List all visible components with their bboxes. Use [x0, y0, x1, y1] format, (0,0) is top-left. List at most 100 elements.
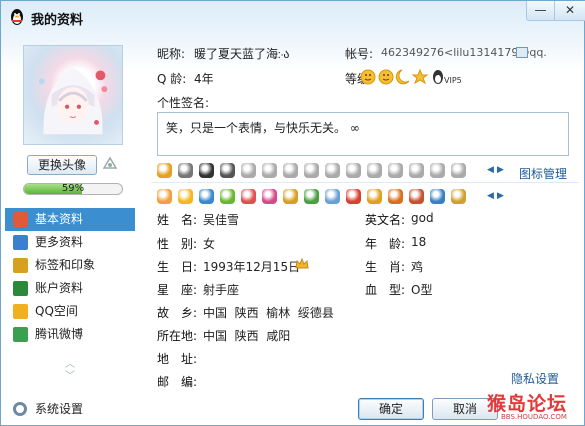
location-label: 所在地:	[157, 329, 198, 343]
weibo-icon	[13, 327, 28, 342]
app-icon-10[interactable]	[367, 189, 382, 204]
service-icons-row-2	[157, 189, 472, 207]
gender-label: 性 别:	[157, 237, 198, 251]
minimize-button[interactable]: —	[526, 1, 554, 21]
profile-window: 我的资料 — ✕ 更换头像 59% 基本资料 更多资料 标签和印象 账户资料 Q…	[0, 0, 585, 426]
sun-icon	[360, 69, 376, 85]
app-icon-1[interactable]	[178, 189, 193, 204]
ok-button[interactable]: 确定	[358, 398, 424, 420]
name-value: 吴佳雪	[203, 213, 240, 227]
gear-icon	[13, 402, 27, 416]
star-space-icon	[13, 304, 28, 319]
sidebar-item-5[interactable]: 腾讯微博	[5, 323, 135, 346]
sidebar-item-2[interactable]: 标签和印象	[5, 254, 135, 277]
service-icon-0[interactable]	[157, 163, 172, 178]
service-icon-11[interactable]	[388, 163, 403, 178]
hometown-label: 故 乡:	[157, 306, 198, 320]
sidebar-item-1[interactable]: 更多资料	[5, 231, 135, 254]
crown-icon[interactable]	[295, 257, 309, 274]
service-icon-10[interactable]	[367, 163, 382, 178]
close-button[interactable]: ✕	[554, 1, 585, 21]
sidebar-item-0[interactable]: 基本资料	[5, 208, 135, 231]
icons-prev-arrow[interactable]: ◀	[487, 165, 494, 175]
app-icon-12[interactable]	[409, 189, 424, 204]
left-panel: 更换头像 59% 基本资料更多资料标签和印象账户资料 QQ空间腾讯微博 ︿ ﹀ 系…	[1, 34, 141, 426]
age-label: Q 龄:	[157, 72, 187, 86]
icons-next-arrow-2[interactable]: ▶	[497, 191, 504, 201]
system-settings-label: 系统设置	[35, 402, 84, 416]
sidebar-item-label: 账户资料	[35, 281, 84, 295]
camera-icon[interactable]	[101, 154, 119, 172]
nav-scroll-arrows[interactable]: ︿ ﹀	[63, 359, 77, 383]
zodiac-label: 生 肖:	[365, 260, 406, 274]
birthday-label: 生 日:	[157, 260, 198, 274]
app-icon-13[interactable]	[430, 189, 445, 204]
constellation-label: 星 座:	[157, 283, 198, 297]
icons-prev-arrow-2[interactable]: ◀	[487, 191, 494, 201]
service-icon-5[interactable]	[262, 163, 277, 178]
profile-completion-progress: 59%	[23, 183, 123, 195]
level-icons[interactable]: VIP5	[359, 67, 469, 85]
side-nav: 基本资料更多资料标签和印象账户资料 QQ空间腾讯微博	[5, 208, 135, 346]
app-icon-9[interactable]	[346, 189, 361, 204]
service-icon-4[interactable]	[241, 163, 256, 178]
chevron-down-icon[interactable]: ﹀	[63, 371, 77, 383]
postal-label: 邮 编:	[157, 375, 198, 389]
avatar-image	[38, 67, 108, 135]
app-icon-4[interactable]	[241, 189, 256, 204]
hometown-value: 中国 陕西 榆林 绥德县	[203, 306, 334, 320]
service-icon-9[interactable]	[346, 163, 361, 178]
account-icon	[13, 281, 28, 296]
service-icon-12[interactable]	[409, 163, 424, 178]
sidebar-item-4[interactable]: QQ空间	[5, 300, 135, 323]
sidebar-item-label: 标签和印象	[35, 258, 96, 272]
main-panel: 昵称: 暖了夏天蓝了海჻ა 帐号: 462349276<lilu1314179@…	[141, 34, 585, 426]
star-icon	[411, 68, 429, 85]
app-icon-3[interactable]	[220, 189, 235, 204]
privacy-settings-link[interactable]: 隐私设置	[511, 370, 559, 387]
age-value-2: 18	[411, 235, 427, 249]
chevron-up-icon[interactable]: ︿	[63, 359, 77, 371]
svg-text:VIP5: VIP5	[444, 76, 462, 85]
app-icon-8[interactable]	[325, 189, 340, 204]
zodiac-value: 鸡	[411, 260, 424, 274]
sidebar-item-3[interactable]: 账户资料	[5, 277, 135, 300]
service-icon-13[interactable]	[430, 163, 445, 178]
service-icon-14[interactable]	[451, 163, 466, 178]
copy-icon[interactable]	[516, 47, 528, 58]
more-info-icon	[13, 235, 28, 250]
service-icon-7[interactable]	[304, 163, 319, 178]
signature-field[interactable]: 笑，只是一个表情，与快乐无关。 ∞	[157, 112, 569, 156]
english-name-label: 英文名:	[365, 213, 406, 227]
change-avatar-button[interactable]: 更换头像	[27, 155, 97, 175]
sun-icon	[378, 69, 394, 85]
app-icon-7[interactable]	[304, 189, 319, 204]
icons-next-arrow[interactable]: ▶	[497, 165, 504, 175]
profile-card-icon	[13, 212, 28, 227]
service-icon-6[interactable]	[283, 163, 298, 178]
tag-icon	[13, 258, 28, 273]
service-icon-8[interactable]	[325, 163, 340, 178]
sidebar-item-label: QQ空间	[35, 304, 78, 318]
icon-manage-link[interactable]: 图标管理	[519, 165, 567, 182]
sidebar-item-label: 更多资料	[35, 235, 84, 249]
app-icon-14[interactable]	[451, 189, 466, 204]
service-icon-2[interactable]	[199, 163, 214, 178]
app-icon-0[interactable]	[157, 189, 172, 204]
window-title: 我的资料	[31, 13, 84, 28]
english-name-value: god	[411, 211, 434, 225]
birthday-value: 1993年12月15日	[203, 260, 301, 274]
service-icon-1[interactable]	[178, 163, 193, 178]
account-label: 帐号:	[345, 47, 374, 61]
app-icon-6[interactable]	[283, 189, 298, 204]
moon-icon	[395, 69, 410, 85]
app-icon-5[interactable]	[262, 189, 277, 204]
avatar[interactable]	[23, 45, 123, 145]
vip-penguin-icon: VIP5	[433, 70, 462, 85]
progress-label: 59%	[61, 183, 85, 194]
signature-label: 个性签名:	[157, 96, 210, 110]
app-icon-11[interactable]	[388, 189, 403, 204]
signature-text: 笑，只是一个表情，与快乐无关。 ∞	[166, 121, 360, 135]
service-icon-3[interactable]	[220, 163, 235, 178]
app-icon-2[interactable]	[199, 189, 214, 204]
